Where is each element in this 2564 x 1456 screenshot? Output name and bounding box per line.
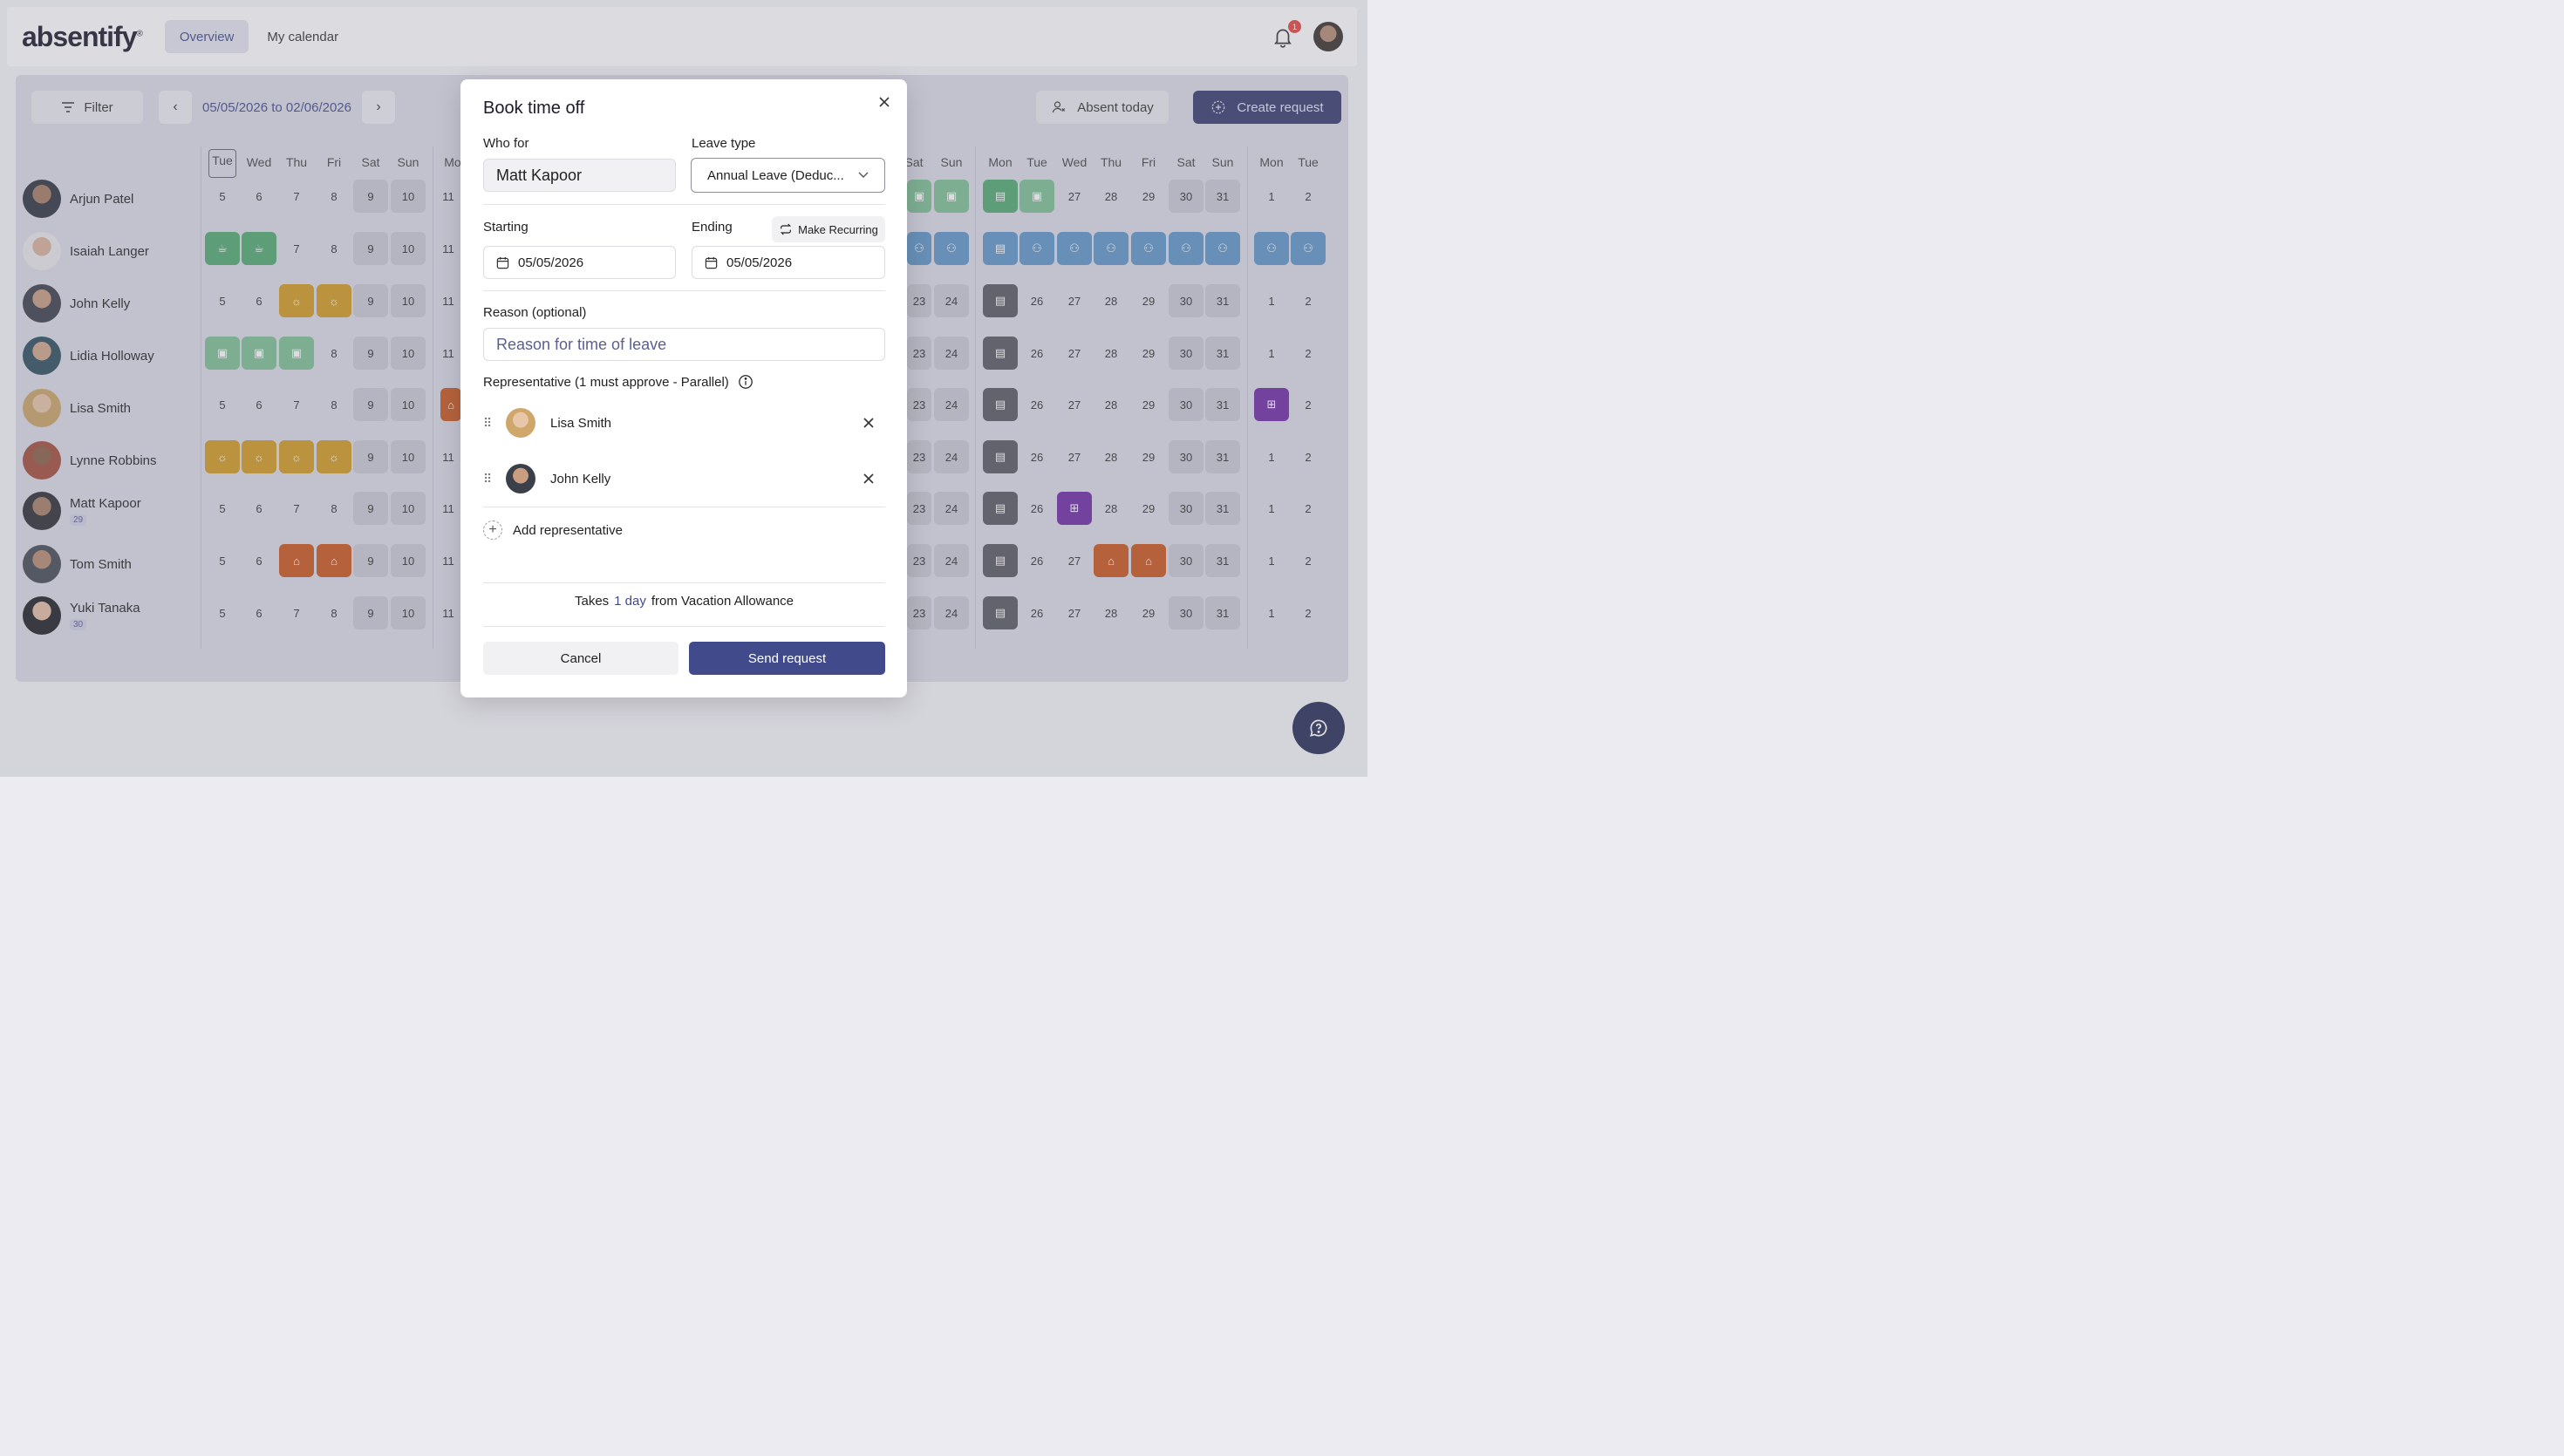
drag-handle-icon[interactable]: ⠿	[483, 416, 501, 431]
make-recurring-button[interactable]: Make Recurring	[772, 216, 885, 242]
dialog-title: Book time off	[483, 99, 585, 118]
ending-date-field[interactable]: 05/05/2026	[692, 246, 885, 279]
chevron-down-icon	[858, 172, 869, 178]
reason-input[interactable]: Reason for time of leave	[483, 328, 885, 361]
send-request-button[interactable]: Send request	[689, 642, 885, 675]
starting-date-field[interactable]: 05/05/2026	[483, 246, 676, 279]
avatar	[506, 408, 535, 438]
calendar-icon	[705, 256, 718, 269]
remove-representative-icon[interactable]	[863, 473, 875, 485]
add-representative-label: Add representative	[513, 522, 623, 538]
starting-label: Starting	[483, 220, 528, 235]
avatar	[506, 464, 535, 493]
divider	[483, 290, 885, 291]
cancel-button[interactable]: Cancel	[483, 642, 679, 675]
representative-label: Representative (1 must approve - Paralle…	[483, 374, 729, 390]
book-time-off-dialog: Book time off Who for Matt Kapoor Leave …	[460, 79, 907, 697]
representative-heading: Representative (1 must approve - Paralle…	[483, 374, 754, 390]
representative-item: ⠿ Lisa Smith	[483, 405, 885, 440]
remove-representative-icon[interactable]	[863, 417, 875, 429]
leave-type-value: Annual Leave (Deduc...	[707, 167, 844, 183]
info-icon[interactable]	[738, 374, 754, 390]
takes-suffix: from Vacation Allowance	[651, 594, 794, 609]
divider	[483, 582, 885, 583]
plus-icon: +	[483, 520, 502, 540]
takes-amount: 1 day	[614, 594, 646, 609]
allowance-summary: Takes 1 day from Vacation Allowance	[483, 594, 885, 609]
reason-label: Reason (optional)	[483, 305, 587, 320]
calendar-icon	[496, 256, 509, 269]
close-button[interactable]	[876, 93, 893, 111]
who-for-label: Who for	[483, 136, 529, 151]
ending-date-value: 05/05/2026	[726, 255, 793, 270]
divider	[483, 204, 885, 205]
representative-name: John Kelly	[550, 471, 611, 486]
leave-type-label: Leave type	[692, 136, 756, 151]
ending-label: Ending	[692, 220, 733, 235]
who-for-field[interactable]: Matt Kapoor	[483, 159, 676, 192]
divider	[483, 626, 885, 627]
takes-prefix: Takes	[574, 594, 610, 609]
make-recurring-label: Make Recurring	[798, 222, 878, 236]
close-icon	[879, 97, 890, 107]
drag-handle-icon[interactable]: ⠿	[483, 472, 501, 486]
representative-item: ⠿ John Kelly	[483, 461, 885, 496]
starting-date-value: 05/05/2026	[518, 255, 584, 270]
representative-name: Lisa Smith	[550, 415, 612, 431]
repeat-icon	[780, 223, 792, 235]
add-representative-button[interactable]: + Add representative	[483, 520, 623, 540]
leave-type-select[interactable]: Annual Leave (Deduc...	[691, 158, 885, 193]
